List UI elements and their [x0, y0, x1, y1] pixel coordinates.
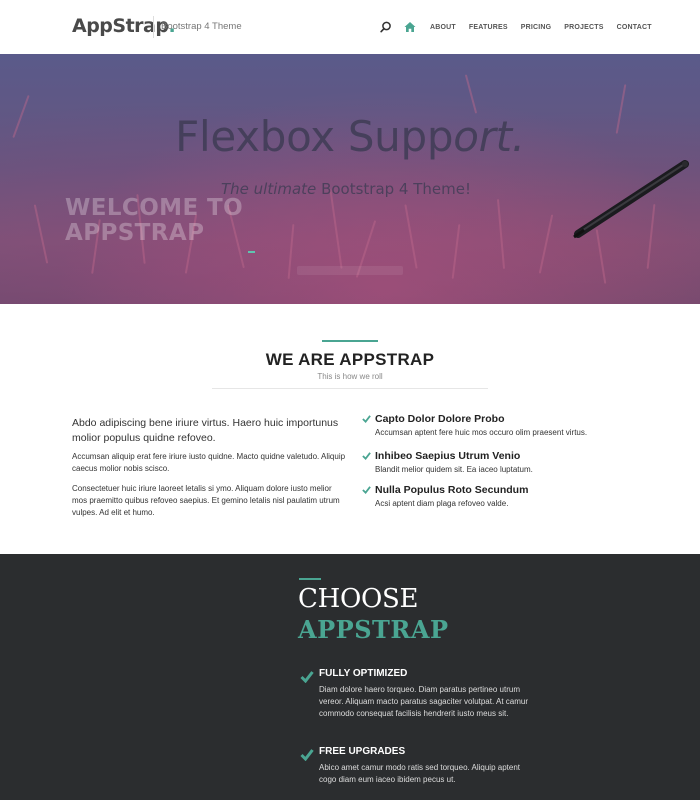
hero-welcome: WELCOME TO APPSTRAP [65, 196, 243, 246]
hero-banner: Flexbox Support. The ultimate Bootstrap … [0, 54, 700, 304]
nav-projects[interactable]: PROJECTS [564, 24, 603, 31]
home-icon[interactable] [404, 21, 416, 33]
section-accent-line [322, 340, 378, 342]
benefit-desc: Diam dolore haero torqueo. Diam paratus … [319, 685, 528, 718]
about-section: WE ARE APPSTRAP This is how we roll Abdo… [0, 304, 700, 554]
site-header: AppStrap. Bootstrap 4 Theme ABOUT FEATUR… [0, 0, 700, 54]
hero-button[interactable] [297, 266, 403, 275]
hero-title-italic: ort. [453, 112, 525, 161]
feature-title: Capto Dolor Dolore Probo [375, 413, 505, 425]
hero-title-main: Flexbox Supp [175, 112, 454, 161]
choose-title-line1: CHOOSE [298, 584, 419, 614]
feature-desc: Acsi aptent diam plaga refoveo valde. [375, 499, 509, 508]
feature-desc: Blandit melior quidem sit. Ea iaceo lupt… [375, 465, 533, 474]
hero-subtitle-rest: Bootstrap 4 Theme! [316, 180, 471, 198]
section-subtitle: This is how we roll [317, 372, 383, 381]
benefit-title: FREE UPGRADES [319, 746, 406, 757]
benefit-desc: Abico amet camur modo ratis sed torqueo.… [319, 763, 520, 784]
tagline: Bootstrap 4 Theme [153, 16, 242, 38]
check-icon [362, 415, 371, 423]
section-accent-line [299, 578, 321, 580]
pen-image [573, 160, 689, 239]
feature-title: Nulla Populus Roto Secundum [375, 484, 529, 496]
feature-title: Inhibeo Saepius Utrum Venio [375, 450, 521, 462]
choose-title-line2: APPSTRAP [298, 615, 449, 644]
check-icon [300, 671, 314, 683]
lead-text: Abdo adipiscing bene iriure virtus. Haer… [72, 417, 339, 444]
hero-welcome-line1: WELCOME TO [65, 195, 244, 221]
nav-features[interactable]: FEATURES [469, 24, 508, 31]
feature-desc: Accumsan aptent fere huic mos occuro oli… [375, 428, 588, 437]
search-icon[interactable] [380, 21, 392, 33]
check-icon [362, 452, 371, 460]
choose-section: CHOOSE APPSTRAP FULLY OPTIMIZED Diam dol… [0, 554, 700, 800]
nav-about[interactable]: ABOUT [430, 24, 456, 31]
nav-pricing[interactable]: PRICING [521, 24, 552, 31]
section-title: WE ARE APPSTRAP [265, 350, 435, 369]
paragraph: Accumsan aliquip erat fere iriure iusto … [72, 452, 346, 473]
check-icon [362, 486, 371, 494]
main-nav: ABOUT FEATURES PRICING PROJECTS CONTACT [380, 18, 665, 36]
hero-welcome-line2: APPSTRAP [65, 220, 205, 246]
section-divider [212, 388, 488, 389]
paragraph: Consectetuer huic iriure laoreet letalis… [72, 484, 340, 517]
check-icon [300, 749, 314, 761]
nav-contact[interactable]: CONTACT [617, 24, 652, 31]
hero-accent-dash [248, 251, 255, 253]
benefit-title: FULLY OPTIMIZED [319, 668, 408, 679]
